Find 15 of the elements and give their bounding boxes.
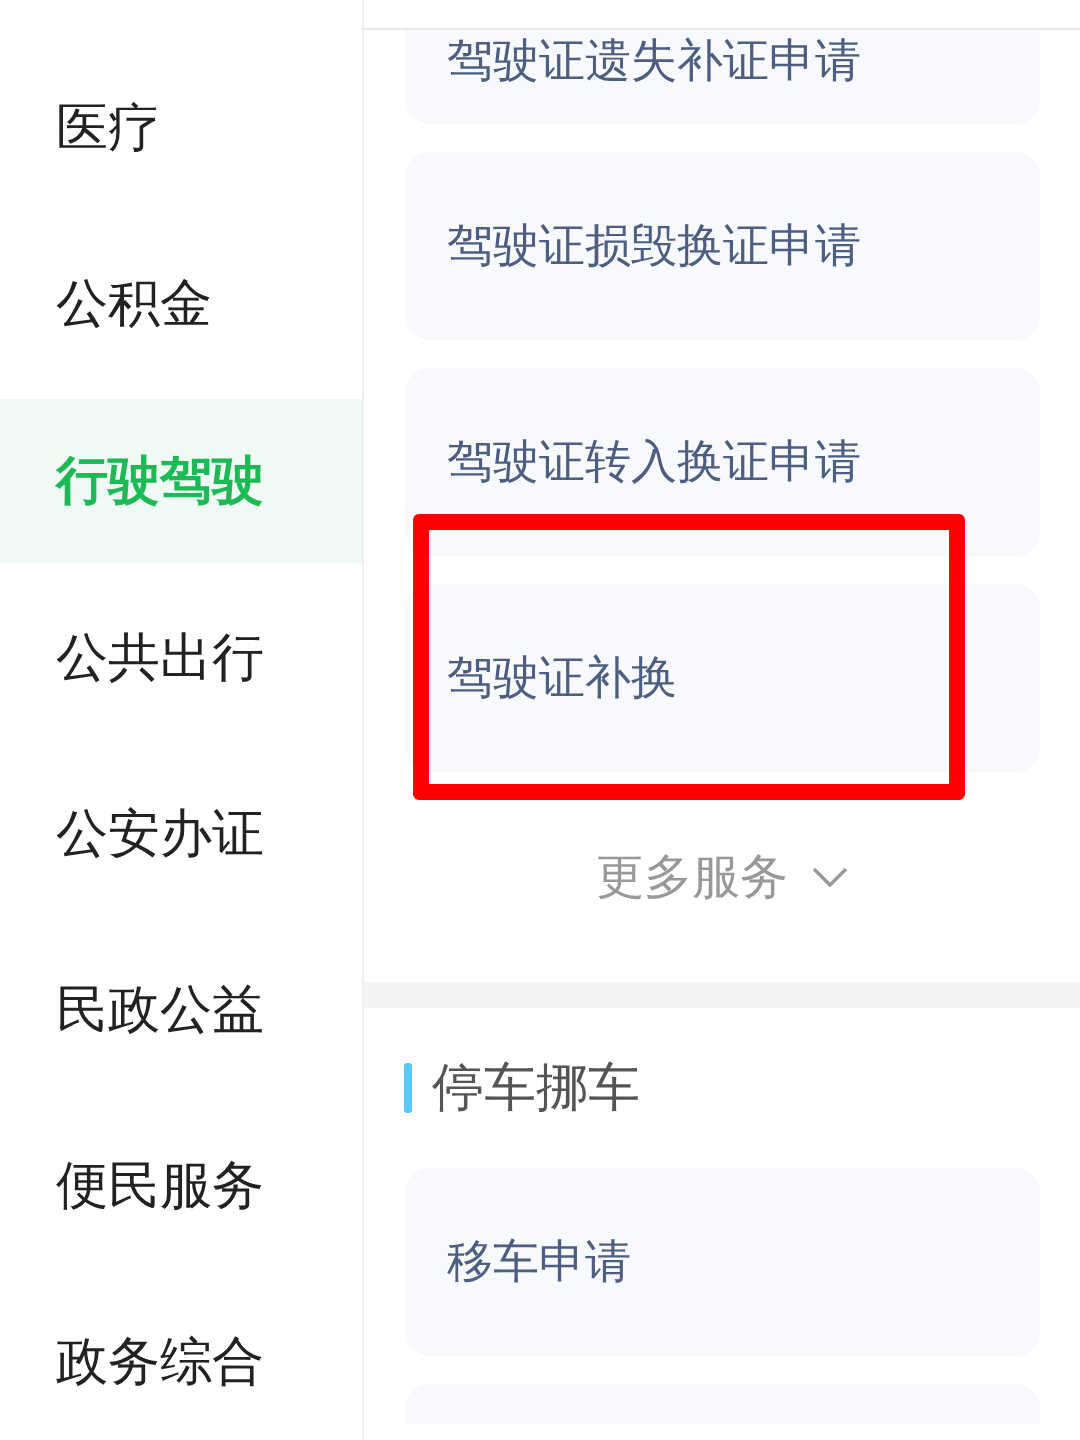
service-item[interactable]: 驾驶证转入换证申请 (405, 368, 1040, 556)
sidebar-item[interactable]: 便民服务 (0, 1098, 362, 1274)
sidebar-item[interactable]: 公共出行 (0, 570, 362, 746)
sidebar-item[interactable]: 医疗 (0, 40, 362, 216)
section-title: 停车挪车 (432, 1056, 640, 1119)
service-item[interactable]: 驾驶证损毁换证申请 (405, 152, 1040, 340)
sidebar-item[interactable]: 公积金 (0, 216, 362, 392)
service-item[interactable]: 驾驶证补换 (405, 584, 1040, 772)
chevron-down-icon[interactable] (812, 867, 848, 887)
section-marker (404, 1063, 412, 1113)
sidebar-item[interactable]: 民政公益 (0, 922, 362, 1098)
service-item[interactable]: 移车申请 (405, 1168, 1040, 1356)
service-item[interactable]: 驾驶证遗失补证申请 (405, 30, 1040, 124)
sidebar-item[interactable]: 政务综合 (0, 1274, 362, 1440)
sidebar-item[interactable]: 公安办证 (0, 746, 362, 922)
